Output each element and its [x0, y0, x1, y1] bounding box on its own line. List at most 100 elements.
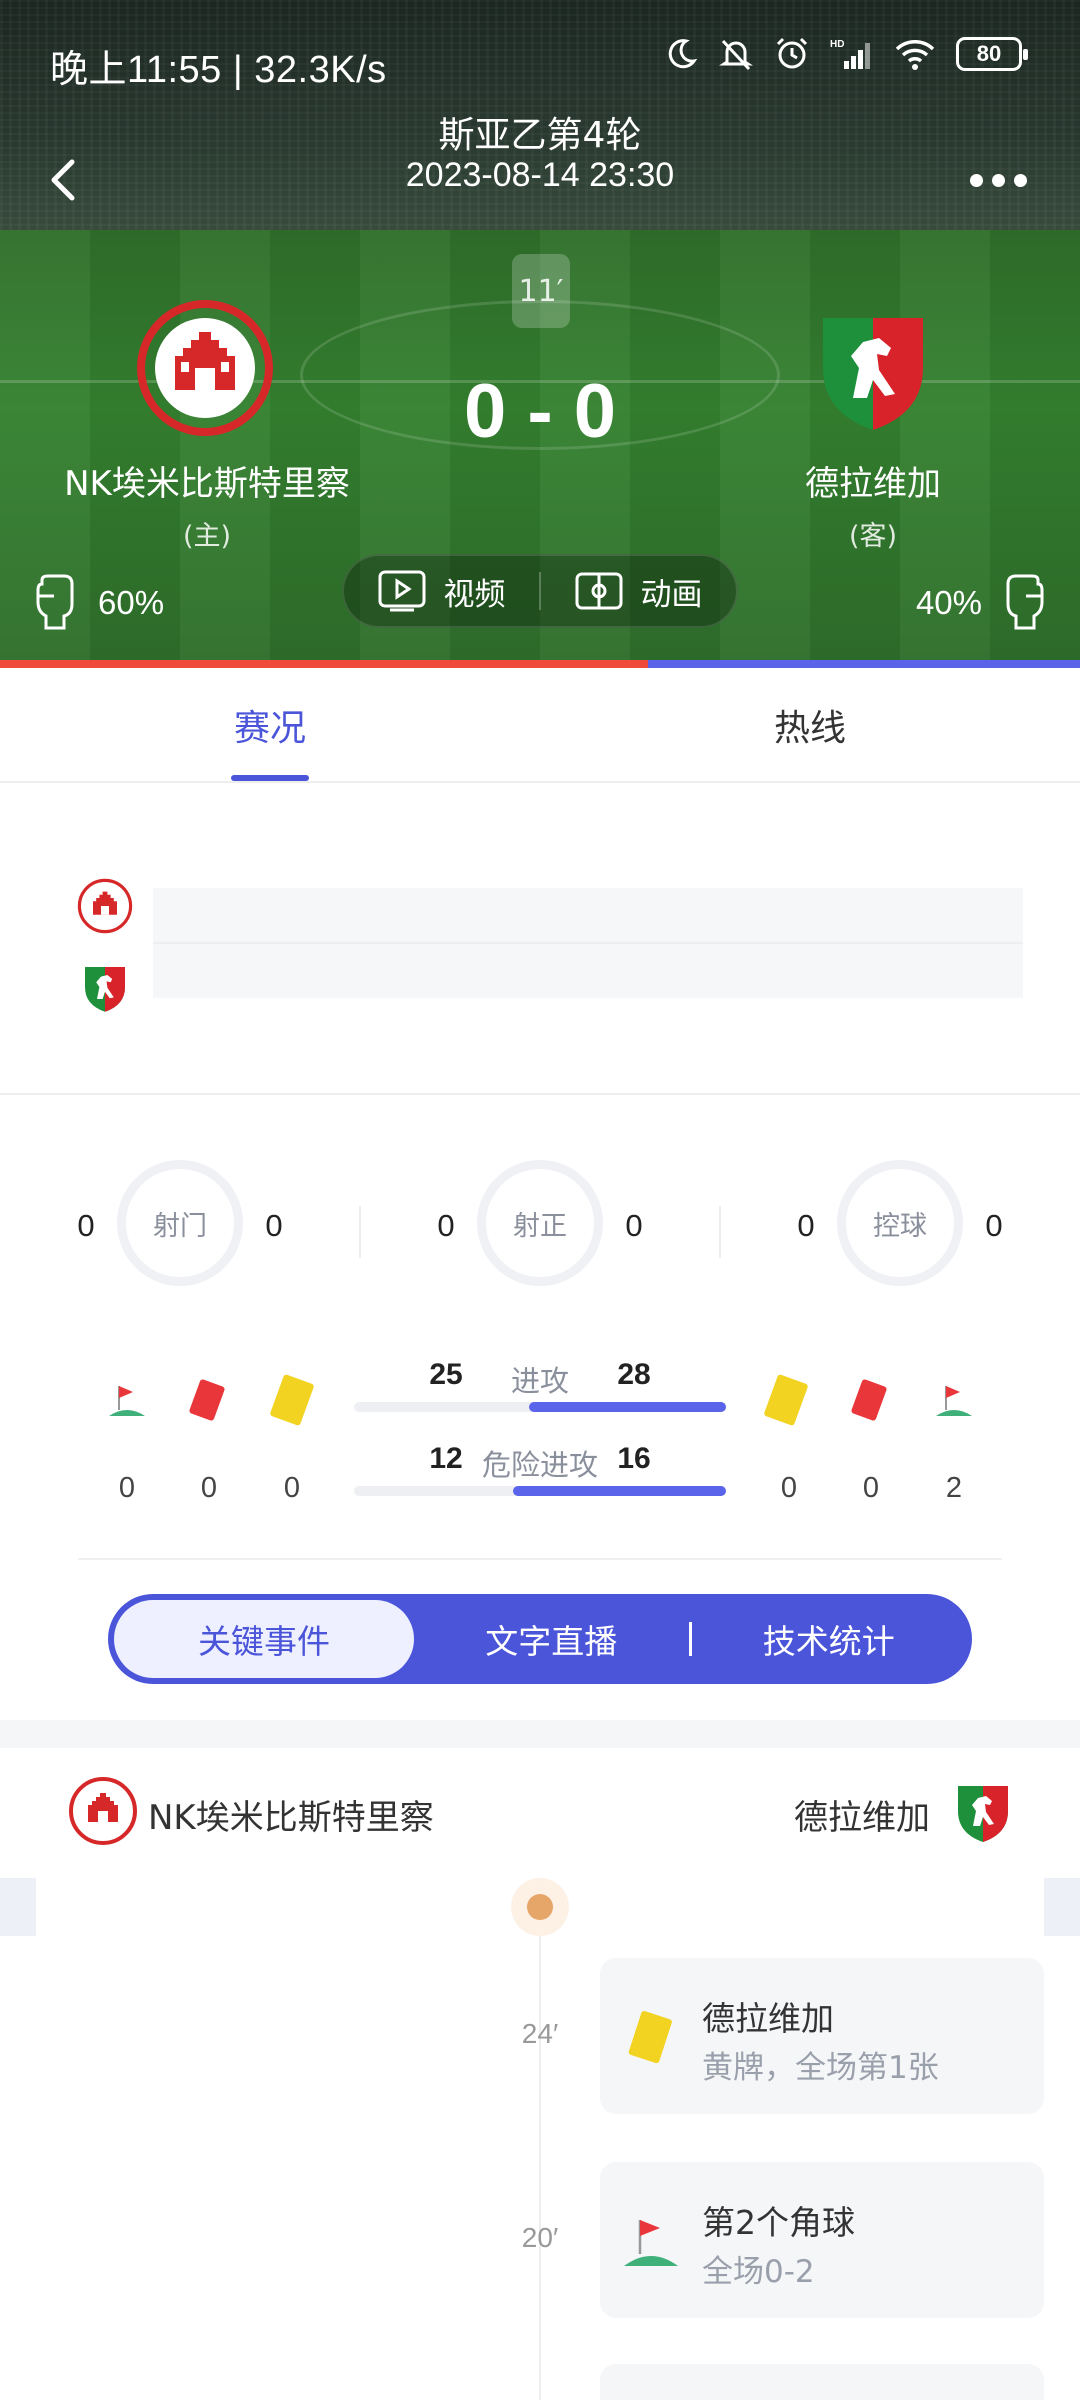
- attack-label: 进攻: [510, 1364, 569, 1398]
- yellow-card-icon: [270, 1374, 314, 1426]
- match-minute-badge: 11′: [512, 254, 570, 328]
- stat-shots-on-target: 0 射正 0: [360, 1150, 720, 1300]
- home-team-logo[interactable]: [135, 298, 275, 438]
- stat-shots: 0 射门 0: [0, 1150, 360, 1300]
- away-possession: 40%: [916, 574, 1046, 632]
- svg-text:HD: HD: [830, 39, 844, 50]
- event-title: 德拉维加: [702, 1999, 834, 2038]
- corner-flag-icon: [936, 1386, 972, 1416]
- event-card[interactable]: 第2个角球 全场0-2: [600, 2162, 1044, 2318]
- stat-possession: 0 控球 0: [720, 1150, 1080, 1300]
- video-label: 视频: [443, 576, 506, 613]
- home-team-logo-small: [69, 1777, 137, 1845]
- away-team-logo[interactable]: [803, 298, 943, 438]
- away-team-name[interactable]: 德拉维加: [663, 456, 1080, 505]
- match-datetime: 2023-08-14 23:30: [405, 156, 675, 194]
- home-possession: 60%: [34, 574, 164, 632]
- red-card-icon: [851, 1379, 887, 1421]
- home-mini-logo: [77, 878, 133, 934]
- video-button[interactable]: 视频: [344, 556, 539, 626]
- cards-attack-row: 0 0 0 25 进攻 28 12 危险进攻 16 0 0 2: [0, 1340, 1080, 1520]
- match-score: 0 - 0: [463, 369, 617, 454]
- match-timeline-chart: [0, 783, 1080, 1095]
- attack-stat: 25 进攻 28: [354, 1358, 726, 1418]
- timeline-line: [539, 1936, 541, 2400]
- home-team-name[interactable]: NK埃米比斯特里察: [0, 456, 417, 505]
- home-team-tag: (主): [182, 521, 232, 552]
- attack-away: 28: [617, 1358, 651, 1391]
- media-pill: 视频 动画: [342, 554, 738, 628]
- dangerous-attack-stat: 12 危险进攻 16: [354, 1442, 726, 1502]
- timeline-current-dot: [511, 1878, 569, 1936]
- possession-home: 0: [797, 1208, 815, 1243]
- possession-bar-home: [0, 660, 648, 668]
- animation-button[interactable]: 动画: [541, 556, 736, 626]
- segment-text-live[interactable]: 文字直播: [414, 1600, 689, 1678]
- hd-signal-icon: HD: [830, 39, 870, 69]
- pitch-animation-icon: [575, 572, 622, 610]
- attack-bar-away-fill: [529, 1402, 726, 1412]
- battery-icon: 80: [956, 37, 1028, 71]
- away-mini-logo: [85, 967, 125, 1012]
- yellow-card-icon: [628, 2011, 672, 2064]
- segment-tech-stats[interactable]: 技术统计: [692, 1600, 967, 1678]
- key-events-header: NK埃米比斯特里察 德拉维加: [0, 1748, 1080, 1878]
- home-yellow-count: 0: [283, 1472, 301, 1504]
- possession-away: 0: [985, 1208, 1003, 1243]
- tab-hotline[interactable]: 热线: [540, 669, 1080, 781]
- home-possession-value: 60%: [98, 584, 165, 621]
- event-minute: 24′: [521, 2018, 559, 2049]
- corner-flag-icon: [624, 2220, 678, 2266]
- key-events-away-name: 德拉维加: [794, 1798, 930, 1838]
- away-yellow-count: 0: [780, 1472, 798, 1504]
- event-detail: 全场0-2: [702, 2254, 815, 2290]
- section-divider: [78, 1558, 1002, 1560]
- status-icons: HD 80: [664, 36, 1028, 72]
- red-card-icon: [189, 1379, 225, 1421]
- status-time: 晚上11:55 | 32.3K/s: [50, 49, 387, 91]
- home-corners-count: 0: [118, 1472, 136, 1504]
- tab-live-status[interactable]: 赛况: [0, 669, 540, 781]
- mute-bell-icon: [719, 39, 753, 71]
- section-gap: [0, 1720, 1080, 1748]
- moon-icon: [668, 39, 698, 69]
- event-detail: 黄牌，全场第1张: [702, 2050, 939, 2086]
- away-red-count: 0: [862, 1472, 880, 1504]
- wifi-icon: [895, 40, 935, 70]
- glove-icon: [1006, 574, 1044, 630]
- segment-key-events[interactable]: 关键事件: [114, 1600, 414, 1678]
- shots-on-target-away: 0: [625, 1208, 643, 1243]
- event-minute: 20′: [521, 2222, 559, 2253]
- event-card[interactable]: 德拉维加 黄牌，全场第1张: [600, 1958, 1044, 2114]
- home-red-count: 0: [200, 1472, 218, 1504]
- events-segmented-control: 关键事件 文字直播 技术统计: [108, 1594, 972, 1684]
- alarm-icon: [776, 37, 808, 69]
- shots-on-target-circle: 射正: [477, 1160, 603, 1286]
- event-title: 第2个角球: [702, 2203, 855, 2242]
- match-header: 晚上11:55 | 32.3K/s HD 80 斯亚乙第4轮 2023-08-1…: [0, 0, 1080, 668]
- status-bar: 晚上11:55 | 32.3K/s HD 80: [0, 0, 1080, 120]
- attack-bar: [354, 1402, 726, 1412]
- more-options-button[interactable]: [970, 168, 1040, 192]
- battery-level: 80: [976, 41, 1002, 66]
- play-video-icon: [378, 570, 425, 612]
- shots-away: 0: [265, 1208, 283, 1243]
- possession-bar: [0, 660, 1080, 668]
- away-corners-count: 2: [945, 1472, 963, 1504]
- timeline-rows: [153, 888, 1023, 998]
- stat-circles: 0 射门 0 0 射正 0 0 控球 0: [0, 1150, 1080, 1300]
- away-possession-value: 40%: [915, 584, 982, 621]
- glove-icon: [36, 574, 74, 630]
- animation-label: 动画: [640, 576, 703, 613]
- event-card[interactable]: [600, 2364, 1044, 2400]
- possession-circle: 控球: [837, 1160, 963, 1286]
- corner-flag-icon: [109, 1386, 145, 1416]
- key-events-home-name: NK埃米比斯特里察: [148, 1798, 434, 1838]
- shots-home: 0: [77, 1208, 95, 1243]
- dangerous-attack-bar: [354, 1486, 726, 1496]
- shots-circle: 射门: [117, 1160, 243, 1286]
- timeline-midline: [153, 942, 1023, 944]
- dangerous-attack-bar-away-fill: [513, 1486, 726, 1496]
- league-round: 斯亚乙第4轮: [438, 115, 642, 156]
- dangerous-attack-away: 16: [617, 1442, 651, 1475]
